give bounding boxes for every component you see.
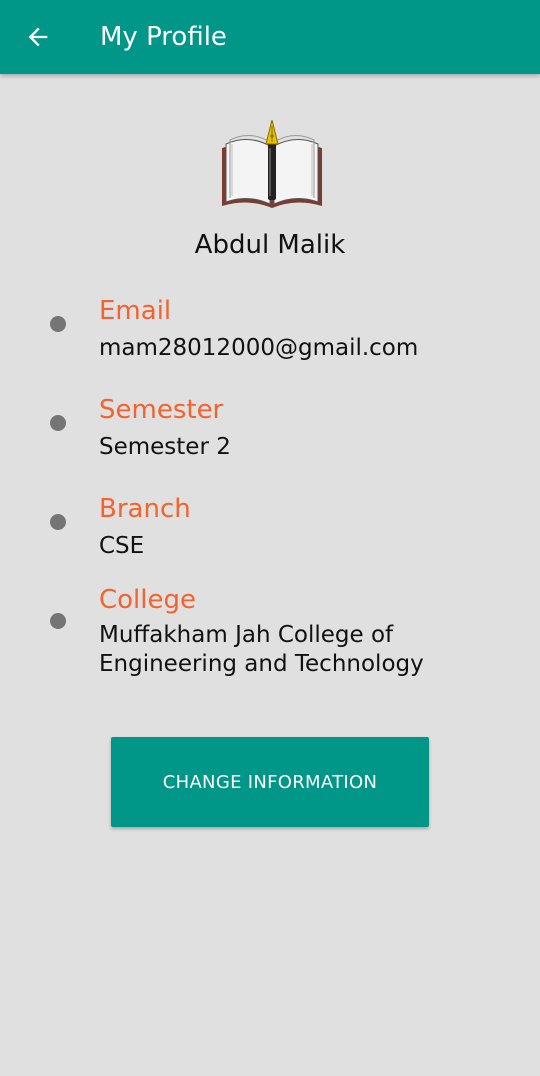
college-label: College	[99, 585, 197, 615]
semester-value: Semester 2	[99, 434, 231, 460]
college-value: Muffakham Jah College of Engineering and…	[99, 622, 424, 677]
app-bar: My Profile	[0, 0, 540, 74]
bullet-icon	[50, 514, 66, 530]
email-label: Email	[99, 296, 172, 326]
semester-label: Semester	[99, 395, 224, 425]
bullet-icon	[50, 613, 66, 629]
page-title: My Profile	[100, 22, 227, 52]
branch-label: Branch	[99, 494, 191, 524]
profile-name: Abdul Malik	[194, 230, 346, 260]
open-book-with-pen-icon	[222, 119, 322, 208]
bullet-icon	[50, 415, 66, 431]
arrow-left-icon	[28, 27, 48, 47]
change-information-button[interactable]: CHANGE INFORMATION	[111, 737, 429, 827]
branch-value: CSE	[99, 533, 145, 559]
bullet-icon	[50, 316, 66, 332]
profile-content: Abdul Malik Email mam28012000@gmail.com …	[0, 74, 540, 1076]
back-button[interactable]	[18, 17, 58, 57]
email-value: mam28012000@gmail.com	[99, 335, 419, 361]
